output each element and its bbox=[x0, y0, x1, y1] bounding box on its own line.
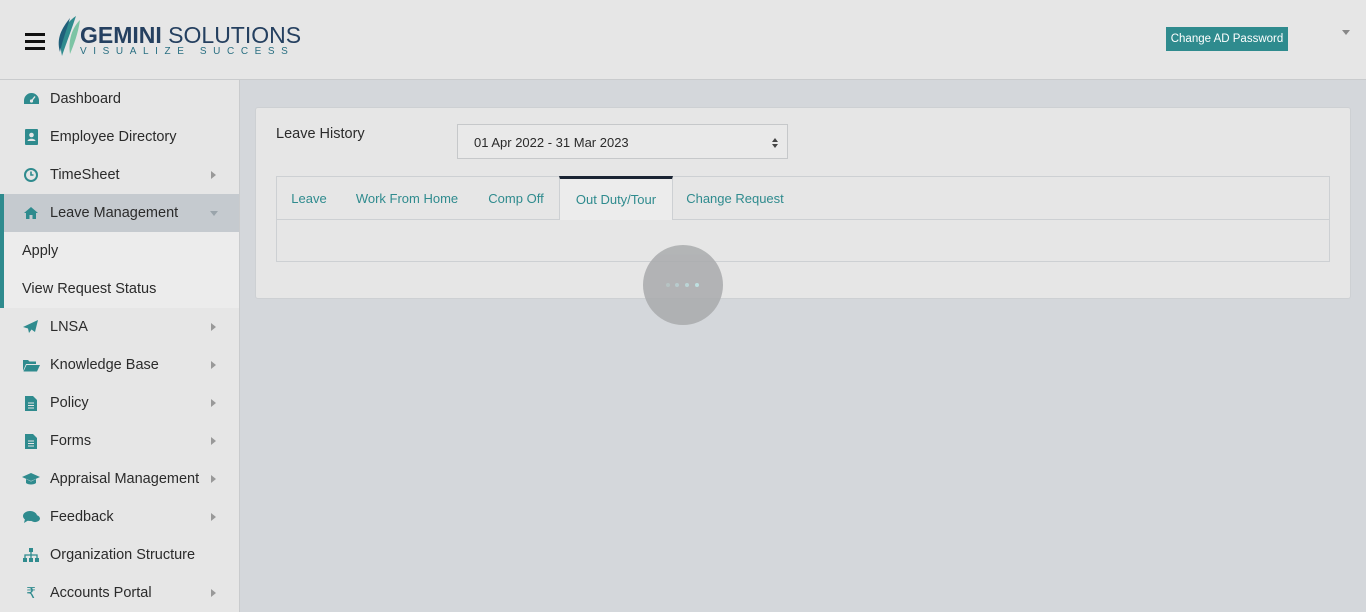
document-icon bbox=[22, 395, 40, 411]
logo-wordmark: GEMINI SOLUTIONS bbox=[80, 22, 302, 48]
sidebar: Dashboard Employee Directory TimeSheet L… bbox=[0, 80, 240, 612]
tab-comp-off[interactable]: Comp Off bbox=[473, 177, 559, 220]
tab-content bbox=[276, 220, 1330, 262]
chevron-right-icon bbox=[211, 399, 216, 407]
dashboard-icon bbox=[22, 91, 40, 107]
chevron-right-icon bbox=[211, 589, 216, 597]
send-icon bbox=[22, 319, 40, 335]
change-ad-password-button[interactable]: Change AD Password bbox=[1166, 27, 1288, 51]
top-header: GEMINI SOLUTIONS VISUALIZE SUCCESS Chang… bbox=[0, 0, 1366, 80]
sidebar-subitem-apply[interactable]: Apply bbox=[0, 232, 239, 270]
sidebar-item-policy[interactable]: Policy bbox=[0, 384, 239, 422]
contact-book-icon bbox=[22, 129, 40, 145]
document-icon bbox=[22, 433, 40, 449]
sidebar-item-appraisal-management[interactable]: Appraisal Management bbox=[0, 460, 239, 498]
sidebar-item-lnsa[interactable]: LNSA bbox=[0, 308, 239, 346]
sidebar-item-forms[interactable]: Forms bbox=[0, 422, 239, 460]
chevron-right-icon bbox=[211, 323, 216, 331]
tab-out-duty-tour[interactable]: Out Duty/Tour bbox=[559, 176, 673, 220]
chevron-right-icon bbox=[211, 513, 216, 521]
hamburger-menu-icon[interactable] bbox=[25, 33, 45, 50]
sidebar-item-employee-directory[interactable]: Employee Directory bbox=[0, 118, 239, 156]
company-logo[interactable]: GEMINI SOLUTIONS VISUALIZE SUCCESS bbox=[54, 14, 301, 62]
rupee-icon: ₹ bbox=[26, 584, 36, 602]
leave-history-tabs: Leave Work From Home Comp Off Out Duty/T… bbox=[276, 176, 1330, 220]
chevron-right-icon bbox=[211, 437, 216, 445]
sidebar-item-organization-structure[interactable]: Organization Structure bbox=[0, 536, 239, 574]
leave-history-panel: Leave History 01 Apr 2022 - 31 Mar 2023 … bbox=[255, 107, 1351, 299]
tab-work-from-home[interactable]: Work From Home bbox=[341, 177, 473, 220]
loading-spinner bbox=[643, 245, 723, 325]
sidebar-item-feedback[interactable]: Feedback bbox=[0, 498, 239, 536]
comments-icon bbox=[22, 509, 40, 525]
chevron-right-icon bbox=[211, 475, 216, 483]
chevron-right-icon bbox=[211, 361, 216, 369]
tab-change-request[interactable]: Change Request bbox=[673, 177, 797, 220]
folder-open-icon bbox=[22, 357, 40, 373]
graduation-cap-icon bbox=[22, 471, 40, 487]
sidebar-item-accounts-portal[interactable]: ₹ Accounts Portal bbox=[0, 574, 239, 612]
clock-icon bbox=[22, 167, 40, 183]
sort-arrows-icon bbox=[772, 138, 778, 148]
sidebar-item-dashboard[interactable]: Dashboard bbox=[0, 80, 239, 118]
chevron-right-icon bbox=[211, 171, 216, 179]
user-menu-chevron-down-icon[interactable] bbox=[1342, 30, 1350, 35]
sidebar-item-knowledge-base[interactable]: Knowledge Base bbox=[0, 346, 239, 384]
home-icon bbox=[22, 205, 40, 221]
period-select[interactable]: 01 Apr 2022 - 31 Mar 2023 bbox=[457, 124, 788, 159]
sidebar-item-leave-management[interactable]: Leave Management bbox=[0, 194, 239, 232]
tab-leave[interactable]: Leave bbox=[277, 177, 341, 220]
page-title: Leave History bbox=[276, 126, 365, 142]
sitemap-icon bbox=[22, 547, 40, 563]
sidebar-item-timesheet[interactable]: TimeSheet bbox=[0, 156, 239, 194]
chevron-down-icon bbox=[210, 211, 218, 216]
sidebar-subitem-view-request-status[interactable]: View Request Status bbox=[0, 270, 239, 308]
logo-tagline: VISUALIZE SUCCESS bbox=[80, 46, 295, 57]
